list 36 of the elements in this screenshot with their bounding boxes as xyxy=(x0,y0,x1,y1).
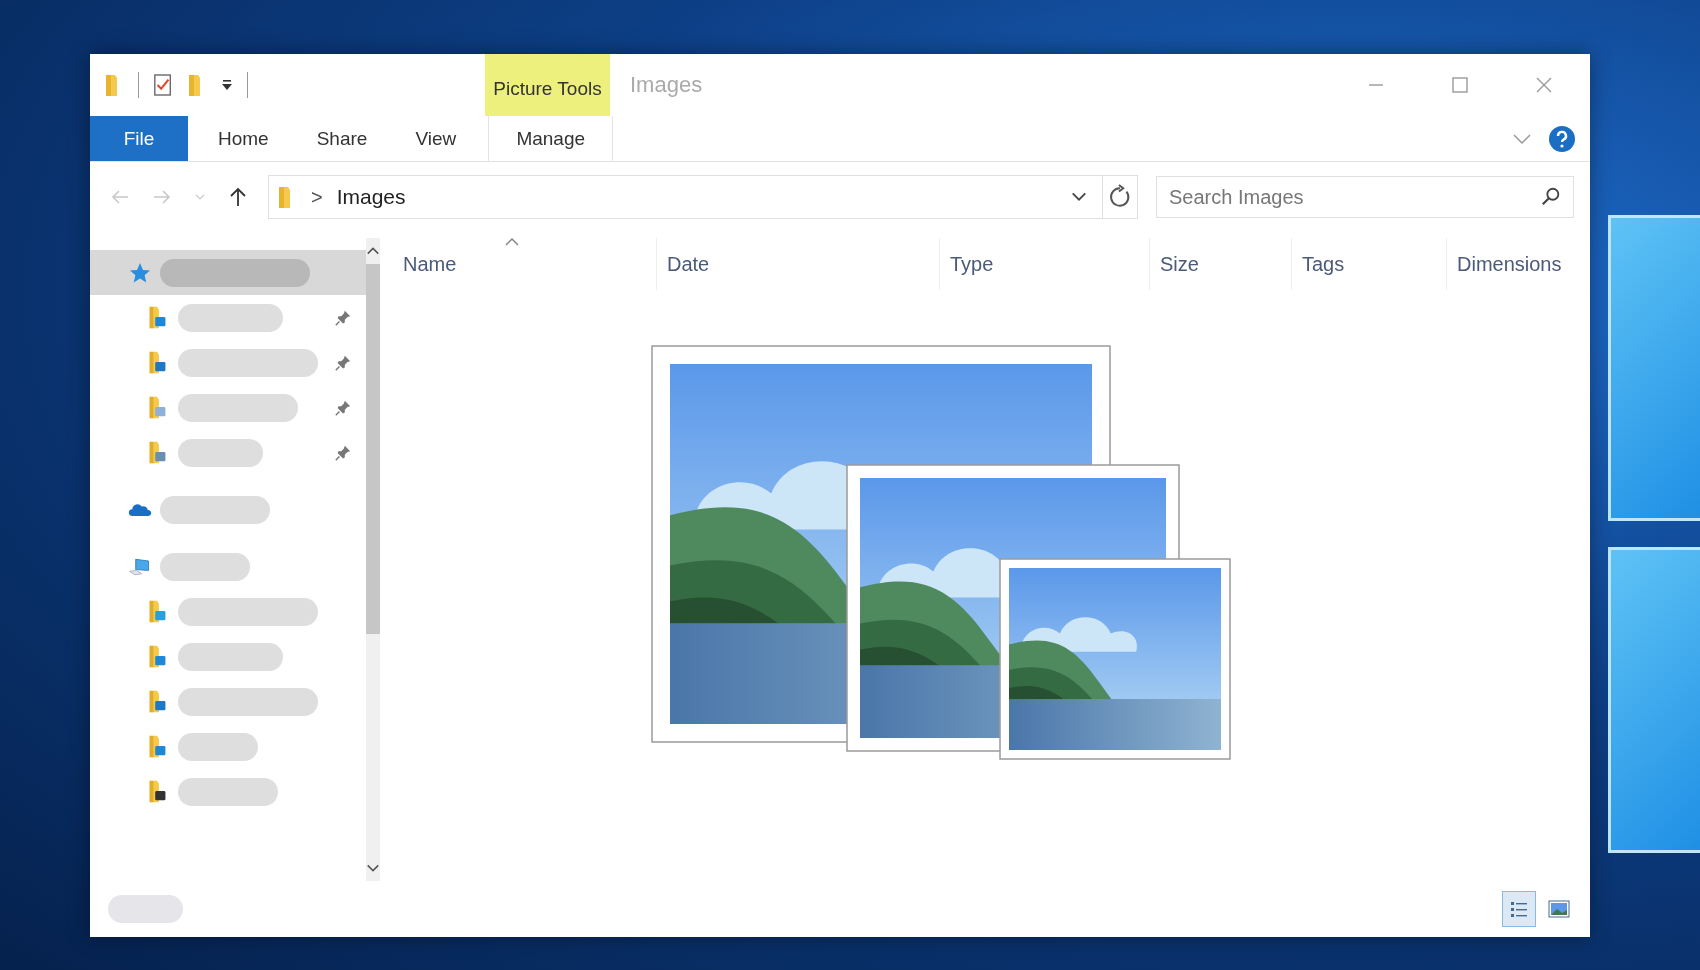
help-icon[interactable] xyxy=(1548,124,1576,153)
ribbon-tab[interactable]: Manage xyxy=(488,116,614,161)
search-field[interactable]: Search Images xyxy=(1156,176,1574,218)
close-icon[interactable] xyxy=(1534,75,1554,95)
dropdown-icon[interactable] xyxy=(221,78,233,92)
ribbon-tab[interactable]: View xyxy=(391,116,481,161)
scroll-up-icon[interactable] xyxy=(366,246,380,256)
pin-icon xyxy=(334,398,352,417)
pin-icon xyxy=(334,443,352,462)
pin-icon xyxy=(334,353,352,372)
address-bar[interactable]: > Images xyxy=(268,175,1138,219)
maximize-icon[interactable] xyxy=(1450,75,1470,95)
details-list-icon xyxy=(1509,899,1529,919)
chevron-down-icon[interactable] xyxy=(1070,191,1088,203)
column-header[interactable]: Size xyxy=(1150,238,1292,290)
column-header[interactable]: Type xyxy=(940,238,1150,290)
column-header[interactable]: Tags xyxy=(1292,238,1447,290)
scrollbar[interactable] xyxy=(366,238,380,881)
picture-tools-label: Picture Tools xyxy=(485,54,610,116)
pin-icon xyxy=(334,308,352,327)
column-header[interactable]: Name xyxy=(365,238,657,290)
expand-ribbon-icon[interactable] xyxy=(1512,132,1532,145)
scroll-down-icon[interactable] xyxy=(366,863,380,873)
breadcrumb-item[interactable]: Images xyxy=(336,185,406,209)
details-view-button[interactable] xyxy=(1502,891,1536,927)
search-icon xyxy=(1540,186,1562,208)
scrollbar-thumb[interactable] xyxy=(366,264,380,634)
ribbon-tab[interactable]: Home xyxy=(194,116,293,161)
ribbon-tab[interactable]: Share xyxy=(292,116,392,161)
window-title: Images xyxy=(629,71,703,99)
column-header[interactable]: Dimensions xyxy=(1447,238,1590,290)
properties-icon[interactable] xyxy=(153,72,173,98)
column-header[interactable]: Date xyxy=(657,238,940,290)
picture-icon xyxy=(1548,900,1570,918)
breadcrumb-separator[interactable]: > xyxy=(311,185,323,209)
ribbon-tab[interactable]: File xyxy=(90,116,188,161)
